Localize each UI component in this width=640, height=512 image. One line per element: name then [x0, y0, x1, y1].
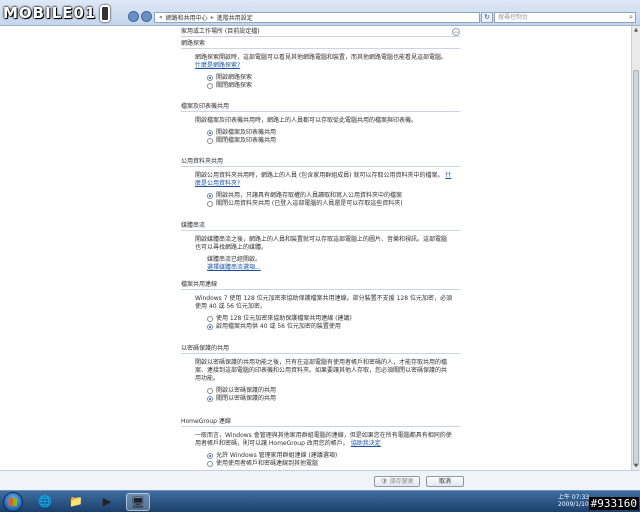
- radio-icon[interactable]: [207, 201, 213, 207]
- section-description: 開啟以密碼保護的共用功能之後，只有在這部電腦有使用者帳戶和密碼的人，才能存取共用…: [195, 359, 448, 382]
- radio-icon[interactable]: [207, 83, 213, 89]
- media-options-link[interactable]: 選擇媒體串流選項...: [207, 264, 261, 271]
- section-public-folder-sharing: 公用資料夾共用 開啟公用資料夾共用時，網路上的人員 (包含家用群組成員) 就可以…: [181, 158, 460, 208]
- radio-icon[interactable]: [207, 461, 213, 467]
- advanced-sharing-content: 家用或工作場所 (目前設定檔) ︿ 網路探索 網路探索開啟時，這部電腦可以看見其…: [0, 26, 631, 470]
- breadcrumb-advanced-sharing[interactable]: 進階共用設定: [217, 13, 253, 22]
- control-panel-icon[interactable]: 🖥: [126, 493, 150, 511]
- section-title: 以密碼保護的共用: [181, 345, 460, 354]
- radio-password-on[interactable]: 開啟以密碼保護的共用: [207, 387, 452, 395]
- section-title: 網路探索: [181, 40, 460, 49]
- breadcrumb-separator: ▸: [210, 14, 214, 21]
- windows-logo-icon: [9, 498, 17, 506]
- radio-homegroup-accounts[interactable]: 使用使用者帳戶和密碼連線到其他電腦: [207, 460, 452, 468]
- section-description: 開啟檔案及印表機共用時，網路上的人員都可以存取從此電腦共用的檔案與印表機。: [195, 117, 418, 124]
- radio-icon[interactable]: [207, 130, 213, 136]
- profile-label: 家用或工作場所 (目前設定檔): [181, 28, 260, 35]
- radio-icon[interactable]: [207, 324, 213, 330]
- radio-password-off[interactable]: 關閉以密碼保護的共用: [207, 395, 452, 403]
- ie-icon[interactable]: 🌐: [33, 493, 57, 511]
- explorer-icon[interactable]: 📁: [64, 493, 88, 511]
- scroll-down-icon[interactable]: ▼: [633, 463, 639, 469]
- search-input[interactable]: 搜尋控制台 ⌕: [494, 12, 636, 23]
- watermark: #933160: [588, 497, 639, 510]
- section-password-protected-sharing: 以密碼保護的共用 開啟以密碼保護的共用功能之後，只有在這部電腦有使用者帳戶和密碼…: [181, 345, 460, 403]
- save-changes-button[interactable]: 🛡 儲存變更: [374, 476, 420, 487]
- back-icon[interactable]: [128, 11, 139, 22]
- radio-40-56bit[interactable]: 啟用檔案共用供 40 或 56 位元加密的裝置使用: [207, 323, 452, 331]
- title-bar: MOBILE01 « 網路和共用中心 ▸ 進階共用設定 ↻ 搜尋控制台 ⌕: [0, 0, 640, 26]
- action-bar: 🛡 儲存變更 取消: [0, 470, 640, 490]
- radio-homegroup-windows[interactable]: 允許 Windows 管理家用群組連線 (建議選項): [207, 452, 452, 460]
- mobile01-logo: MOBILE01: [3, 3, 127, 23]
- section-title: HomeGroup 連線: [181, 418, 460, 427]
- radio-public-folder-on[interactable]: 開啟共用，只讓具有網路存取權的人員讀取和寫入公用資料夾中的檔案: [207, 192, 452, 200]
- section-file-sharing-connections: 檔案共用連線 Windows 7 使用 128 位元加密來協助保護檔案共用連線。…: [181, 281, 460, 331]
- radio-discovery-off[interactable]: 關閉網路探索: [207, 82, 452, 90]
- clock[interactable]: 上午 07:33 2009/1/10: [558, 494, 589, 508]
- help-link[interactable]: 協助我決定: [351, 440, 381, 447]
- radio-public-folder-off[interactable]: 關閉公用資料夾共用 (已登入這部電腦的人員還是可以存取這些資料夾): [207, 200, 452, 208]
- radio-discovery-on[interactable]: 開啟網路探索: [207, 74, 452, 82]
- radio-icon[interactable]: [207, 138, 213, 144]
- radio-icon[interactable]: [207, 388, 213, 394]
- section-title: 檔案及印表機共用: [181, 103, 460, 112]
- cancel-button[interactable]: 取消: [426, 476, 464, 487]
- help-link[interactable]: 什麼是網路探索?: [195, 62, 240, 69]
- address-bar[interactable]: « 網路和共用中心 ▸ 進階共用設定: [154, 12, 480, 23]
- forward-icon[interactable]: [141, 11, 152, 22]
- radio-icon[interactable]: [207, 396, 213, 402]
- phone-icon: [100, 4, 111, 22]
- section-media-streaming: 媒體串流 開啟媒體串流之後，網路上的人員和裝置就可以存取這部電腦上的圖片、音樂和…: [181, 222, 460, 272]
- nav-buttons: [128, 11, 152, 22]
- media-status: 媒體串流已經開啟。: [207, 256, 262, 263]
- section-description: Windows 7 使用 128 位元加密來協助保護檔案共用連線。部分裝置不支援…: [195, 295, 452, 310]
- section-title: 檔案共用連線: [181, 281, 460, 290]
- scrollbar-thumb[interactable]: [633, 70, 639, 466]
- start-button[interactable]: [3, 492, 23, 512]
- section-file-printer-sharing: 檔案及印表機共用 開啟檔案及印表機共用時，網路上的人員都可以存取從此電腦共用的檔…: [181, 103, 460, 145]
- section-description: 一般而言，Windows 會管理與其他家用群組電腦的連線，但是如果您在所有電腦都…: [195, 432, 452, 447]
- scroll-up-icon[interactable]: ▲: [633, 27, 639, 33]
- radio-icon[interactable]: [207, 193, 213, 199]
- radio-128bit[interactable]: 使用 128 位元加密來協助保護檔案共用連線 (建議): [207, 315, 452, 323]
- media-player-icon[interactable]: ▶: [95, 493, 119, 511]
- chevron-up-icon[interactable]: ︿: [452, 28, 460, 36]
- section-description: 網路探索開啟時，這部電腦可以看見其他網路電腦和裝置，而其他網路電腦也能看見這部電…: [195, 54, 448, 69]
- breadcrumb-network-center[interactable]: 網路和共用中心: [166, 13, 208, 22]
- logo-text: MOBILE01: [3, 4, 97, 22]
- taskbar: 🌐 📁 ▶ 🖥 上午 07:33 2009/1/10: [0, 490, 640, 512]
- shield-icon: 🛡: [380, 478, 388, 485]
- section-homegroup: HomeGroup 連線 一般而言，Windows 會管理與其他家用群組電腦的連…: [181, 418, 460, 468]
- section-description: 開啟公用資料夾共用時，網路上的人員 (包含家用群組成員) 就可以存取公用資料夾中…: [195, 172, 452, 187]
- radio-file-sharing-off[interactable]: 關閉檔案及印表機共用: [207, 137, 452, 145]
- breadcrumb-overflow[interactable]: «: [159, 14, 163, 21]
- refresh-icon[interactable]: ↻: [481, 12, 493, 23]
- radio-file-sharing-on[interactable]: 開啟檔案及印表機共用: [207, 129, 452, 137]
- profile-header[interactable]: 家用或工作場所 (目前設定檔) ︿: [181, 28, 460, 37]
- radio-icon[interactable]: [207, 316, 213, 322]
- section-title: 媒體串流: [181, 222, 460, 231]
- section-description: 開啟媒體串流之後，網路上的人員和裝置就可以存取這部電腦上的圖片、音樂和視訊。這部…: [195, 236, 448, 251]
- section-network-discovery: 網路探索 網路探索開啟時，這部電腦可以看見其他網路電腦和裝置，而其他網路電腦也能…: [181, 40, 460, 90]
- search-icon[interactable]: ⌕: [629, 13, 633, 22]
- radio-icon[interactable]: [207, 75, 213, 81]
- section-title: 公用資料夾共用: [181, 158, 460, 167]
- radio-icon[interactable]: [207, 453, 213, 459]
- vertical-scrollbar[interactable]: ▲ ▼: [631, 26, 640, 470]
- search-placeholder: 搜尋控制台: [498, 14, 529, 21]
